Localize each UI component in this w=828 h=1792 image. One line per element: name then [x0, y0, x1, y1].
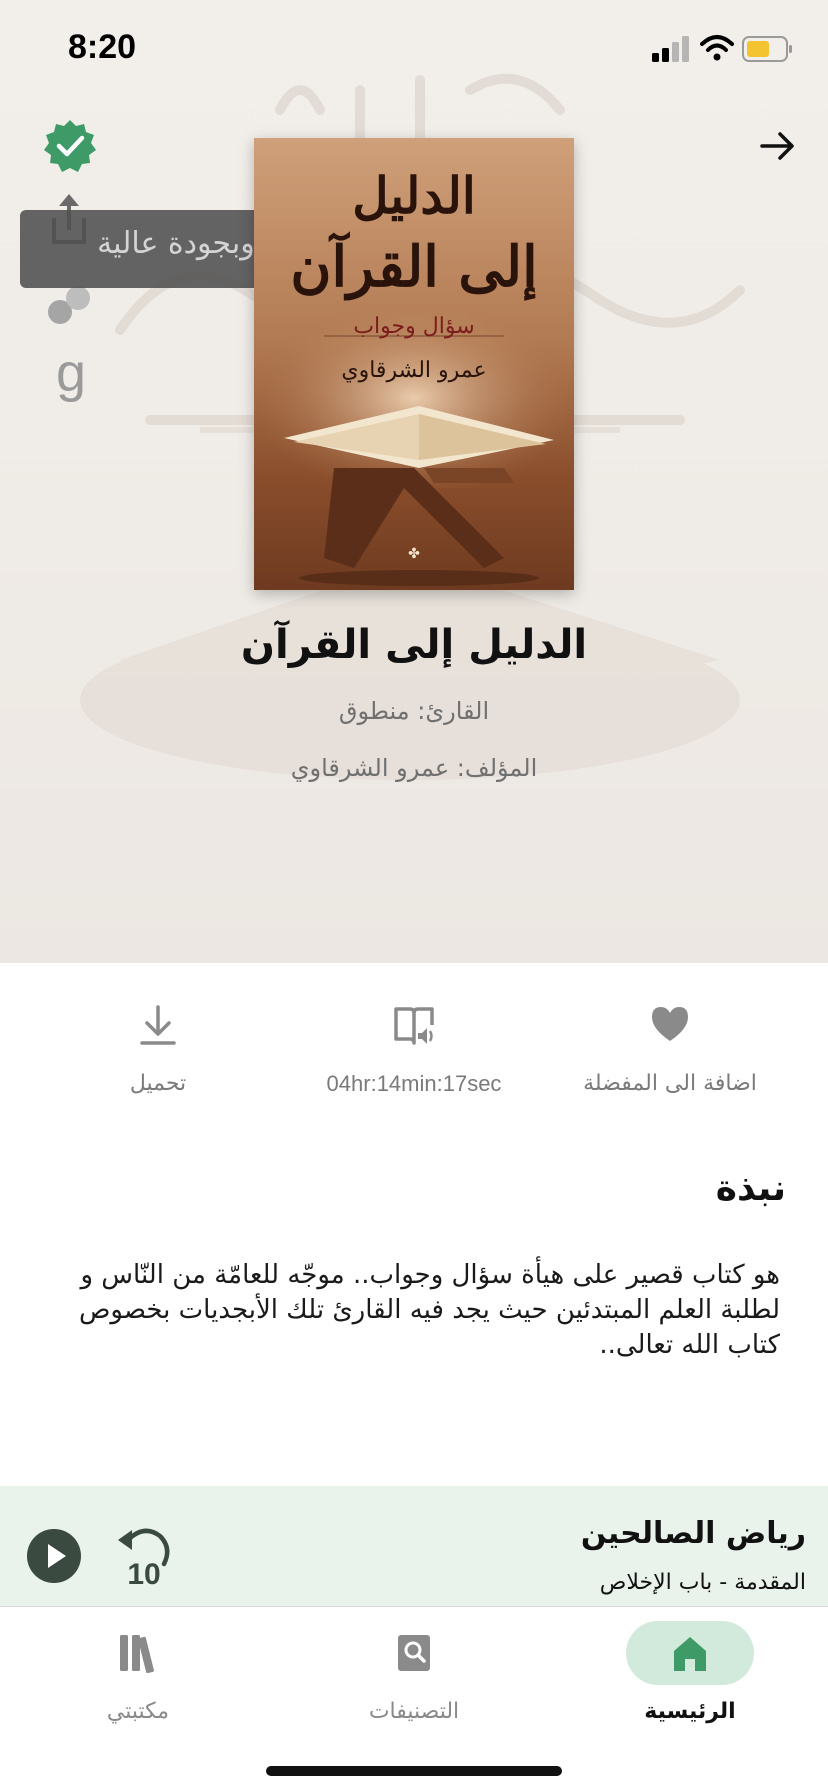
status-bar: 8:20: [0, 0, 828, 100]
book-cover: ✤ الدليل إلى القرآن سؤال وجواب عمرو الشر…: [254, 138, 574, 590]
status-time: 8:20: [68, 28, 137, 66]
tab-home-indicator: [626, 1621, 754, 1685]
signal-icon: [652, 36, 689, 62]
duration-label: 04hr:14min:17sec: [326, 1071, 502, 1096]
book-title: الدليل إلى القرآن: [240, 622, 588, 668]
duration-display: 04hr:14min:17sec: [294, 1003, 534, 1097]
cover-title-line1: الدليل: [352, 166, 476, 225]
arrow-right-icon[interactable]: [756, 124, 800, 168]
goodreads-icon[interactable]: g: [56, 346, 96, 408]
search-book-icon: [398, 1635, 430, 1671]
book-narrator: القارئ: منطوق: [338, 697, 490, 725]
tab-bar: مكتبتي التصنيفات الرئيسية: [0, 1606, 828, 1792]
mini-player[interactable]: 10 رياض الصالحين المقدمة - باب الإخلاص: [0, 1486, 828, 1606]
home-icon: [674, 1637, 706, 1671]
cover-title-line2: إلى القرآن: [290, 234, 538, 300]
download-icon: [140, 1005, 176, 1045]
now-playing-title: رياض الصالحين: [580, 1516, 806, 1551]
about-heading: نبذة: [715, 1168, 786, 1209]
favorite-label: اضافة الى المفضلة: [583, 1071, 757, 1096]
tab-categories[interactable]: التصنيفات: [314, 1611, 514, 1724]
wifi-icon: [700, 35, 734, 61]
book-hero: 8:20 g مكتمل وبجودة عالية ✤ الدليل إلى ا…: [0, 0, 828, 963]
rewind-10-icon[interactable]: 10: [114, 1524, 174, 1588]
cover-author: عمرو الشرقاوي: [341, 358, 487, 383]
book-author: المؤلف: عمرو الشرقاوي: [290, 754, 538, 782]
about-body: هو كتاب قصير على هيأة سؤال وجواب.. موجّه…: [78, 1260, 780, 1360]
battery-icon: [742, 36, 792, 62]
tab-categories-label: التصنيفات: [368, 1699, 460, 1724]
home-indicator: [266, 1766, 562, 1776]
download-label: تحميل: [129, 1071, 187, 1096]
rewind-seconds: 10: [127, 1558, 160, 1588]
tab-home-label: الرئيسية: [644, 1699, 736, 1724]
download-button[interactable]: تحميل: [38, 1003, 278, 1096]
cover-subtitle: سؤال وجواب: [353, 314, 475, 339]
verified-badge-icon[interactable]: [42, 118, 98, 174]
tab-library-label: مكتبتي: [106, 1699, 170, 1724]
add-to-favorites-button[interactable]: اضافة الى المفضلة: [550, 1003, 790, 1096]
publisher-logo: ✤: [408, 546, 420, 562]
now-playing-subtitle: المقدمة - باب الإخلاص: [599, 1570, 806, 1595]
tab-home[interactable]: الرئيسية: [590, 1611, 790, 1724]
chat-icon[interactable]: [46, 282, 92, 326]
play-icon[interactable]: [26, 1528, 82, 1584]
books-icon: [120, 1635, 154, 1673]
heart-icon: [652, 1007, 688, 1041]
audiobook-icon: [394, 1007, 434, 1045]
book-actions: تحميل 04hr:14min:17sec اضافة الى المفضلة: [0, 963, 828, 1123]
tab-library[interactable]: مكتبتي: [38, 1611, 238, 1724]
